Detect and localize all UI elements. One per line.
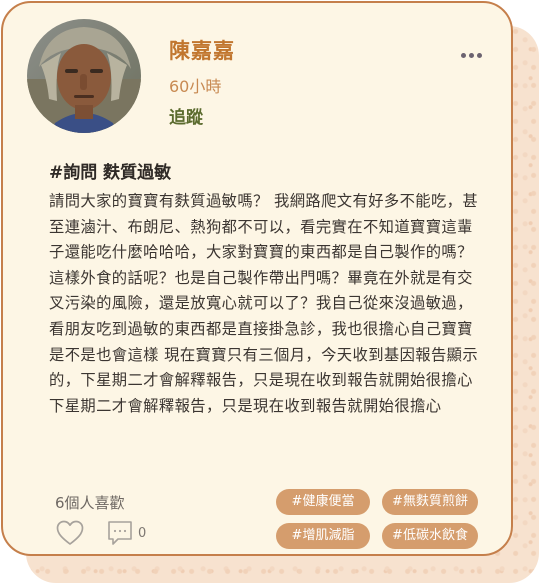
comment-icon[interactable] [106,520,134,546]
more-dots-icon[interactable] [461,48,487,62]
likes-count[interactable]: 6個人喜歡 [55,492,125,513]
comment-count: 0 [138,526,147,541]
post-card: 陳嘉嘉 60小時 追蹤 #詢問 麩質過敏 請問大家的寶寶有麩質過敏嗎？ 我網路爬… [1,1,513,556]
avatar[interactable] [27,19,141,133]
follow-button[interactable]: 追蹤 [169,103,203,128]
author-name[interactable]: 陳嘉嘉 [169,35,235,65]
tag-chip[interactable]: #低碳水飲食 [382,523,478,549]
heart-icon[interactable] [55,519,85,547]
tag-chip[interactable]: #無麩質煎餅 [382,489,478,515]
tag-chip[interactable]: #健康便當 [276,489,370,515]
post-title: #詢問 麩質過敏 [49,163,172,183]
post-body: 請問大家的寶寶有麩質過敏嗎？ 我網路爬文有好多不能吃，甚至連滷汁、布朗尼、熱狗都… [49,192,479,415]
post-time: 60小時 [169,77,222,96]
tag-chip[interactable]: #增肌減脂 [276,523,370,549]
